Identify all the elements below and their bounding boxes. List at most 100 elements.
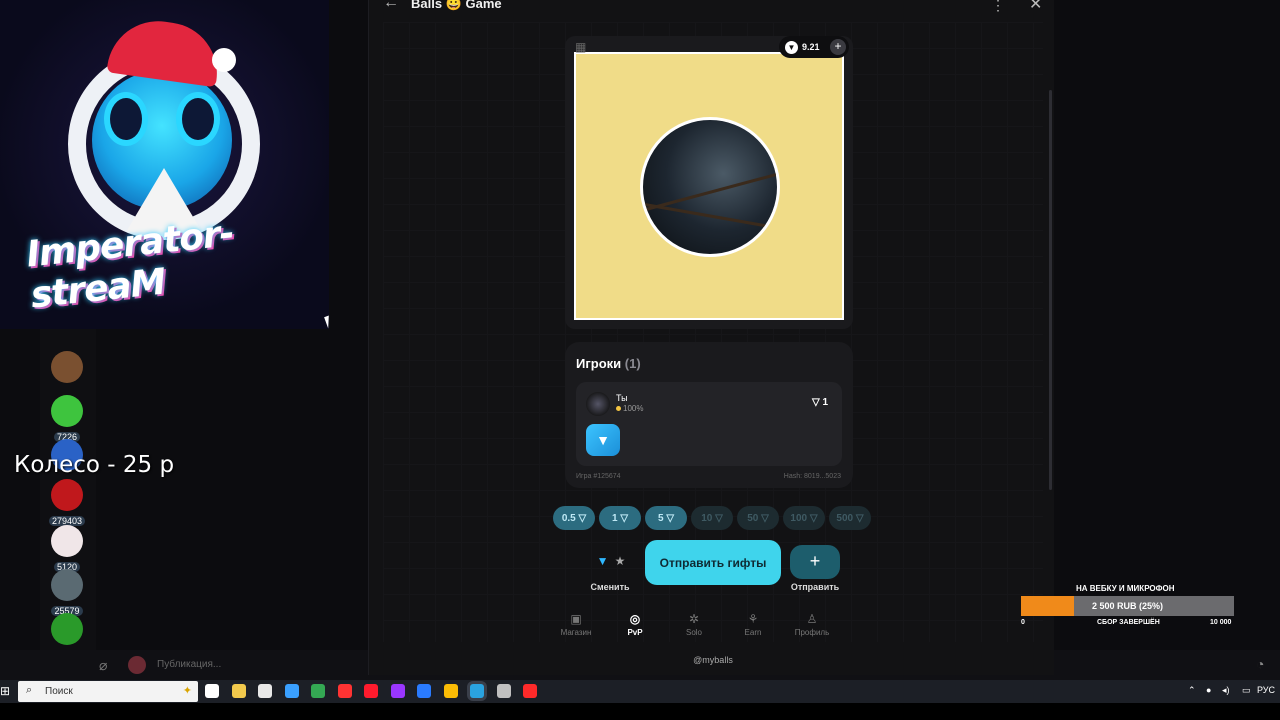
player-bet: ▽ 1	[811, 397, 828, 408]
avatar	[51, 351, 83, 383]
language-indicator[interactable]: РУС	[1257, 685, 1275, 695]
sparkle-icon: ✦	[182, 685, 192, 697]
ton-icon: ▼	[785, 40, 798, 54]
ball-image-detail	[643, 202, 777, 231]
opera-icon[interactable]	[364, 684, 378, 698]
add-send-label: Отправить	[790, 582, 840, 592]
volume-icon[interactable]: ◂)	[1222, 685, 1230, 696]
search-icon: ⌕	[26, 684, 33, 696]
task-view-icon[interactable]	[205, 684, 219, 698]
search-placeholder: Поиск	[45, 686, 73, 697]
app-purple-icon[interactable]	[390, 684, 405, 698]
scrollbar[interactable]	[1049, 90, 1052, 490]
bet-chip[interactable]: 0.5 ▽	[553, 506, 595, 530]
microphone-icon[interactable]: ●	[1206, 685, 1211, 695]
ball-image-detail	[644, 171, 777, 212]
donation-title: НА ВЕБКУ И МИКРОФОН	[1076, 584, 1175, 593]
yandex-browser-icon[interactable]	[523, 684, 537, 698]
yandex-icon[interactable]	[337, 684, 352, 698]
ton-gift-icon: ▼	[596, 432, 610, 448]
back-arrow-icon[interactable]: ←	[383, 0, 399, 12]
solo-icon: ✲	[688, 612, 700, 626]
chrome-icon[interactable]	[311, 684, 325, 698]
game-id: Игра #125674	[576, 473, 621, 480]
player-chance-value: 100%	[623, 404, 644, 413]
store-icon[interactable]	[258, 684, 272, 698]
mail-icon[interactable]	[284, 684, 299, 698]
nav-item-профиль[interactable]: ♙ Профиль	[788, 612, 836, 637]
nav-item-label: Профиль	[794, 628, 830, 637]
nav-item-earn[interactable]: ⚘ Earn	[729, 612, 777, 637]
gift-tile[interactable]: ▼	[586, 424, 620, 456]
nav-item-pvp[interactable]: ◎ PvP	[611, 612, 659, 637]
avatar	[51, 569, 83, 601]
avatar	[51, 395, 83, 427]
chat-list-item[interactable]: 25579	[49, 569, 85, 619]
app-blue-icon[interactable]	[417, 684, 431, 698]
publish-input[interactable]: Публикация...	[157, 659, 221, 670]
attach-icon[interactable]: ⌀	[99, 657, 107, 674]
swap-currency-button[interactable]: ▼ ★	[591, 546, 631, 576]
players-title: Игроки (1)	[576, 356, 641, 371]
players-card: Игроки (1) Ты 100% ▽ 1 ▼ Игра #125674 Ha…	[565, 342, 853, 488]
logo-brand-text: Imperator-streaM	[24, 213, 236, 317]
bet-chip[interactable]: 1 ▽	[599, 506, 641, 530]
calendar-icon[interactable]: ▦	[575, 40, 586, 54]
add-balance-button[interactable]: +	[830, 39, 846, 55]
donation-status: СБОР ЗАВЕРШЁН	[1097, 619, 1160, 626]
stream-logo: Imperator-streaM	[0, 0, 329, 329]
telegram-icon[interactable]	[470, 684, 484, 698]
game-hash[interactable]: Hash: 8019...5023	[784, 473, 841, 480]
player-avatar	[586, 392, 610, 416]
window-title: Balls 😀 Game	[411, 0, 502, 11]
network-icon[interactable]: ▭	[1242, 685, 1251, 696]
bet-chip[interactable]: 100 ▽	[783, 506, 825, 530]
pvp-icon: ◎	[629, 612, 641, 626]
bet-chip[interactable]: 50 ▽	[737, 506, 779, 530]
bet-chips: 0.5 ▽ 1 ▽ 5 ▽ 10 ▽ 50 ▽ 100 ▽ 500 ▽	[553, 506, 871, 530]
nav-item-label: PvP	[627, 628, 643, 637]
taskbar-search-input[interactable]: ⌕ Поиск ✦	[18, 681, 198, 702]
chat-list-item[interactable]: 279403	[49, 479, 86, 529]
bet-chip[interactable]: 10 ▽	[691, 506, 733, 530]
send-gifts-button[interactable]: Отправить гифты	[645, 540, 781, 585]
bell-icon[interactable]: ◔	[1256, 656, 1264, 672]
profile-icon: ♙	[806, 612, 818, 626]
chat-list-item[interactable]	[49, 351, 85, 383]
donation-max: 10 000	[1210, 619, 1232, 626]
telegram-window: ← Balls 😀 Game ⋮ ✕ ▦ ▼ 9.21 + Игроки (1)…	[368, 0, 1054, 675]
add-send-button[interactable]: +	[790, 545, 840, 579]
windows-start-icon[interactable]: ⊞	[0, 684, 14, 698]
chat-list-item[interactable]: 5120	[49, 525, 85, 575]
avatar	[51, 525, 83, 557]
bottom-nav: ▣ Магазин ◎ PvP ✲ Solo ⚘ Earn ♙ Профиль	[561, 612, 851, 640]
explorer-icon[interactable]	[231, 684, 246, 698]
logo-hat-pompom	[212, 48, 236, 72]
more-menu-icon[interactable]: ⋮	[991, 0, 1005, 14]
bet-chip[interactable]: 500 ▽	[829, 506, 871, 530]
nav-item-магазин[interactable]: ▣ Магазин	[552, 612, 600, 637]
close-icon[interactable]: ✕	[1029, 0, 1042, 14]
player-chance: 100%	[616, 404, 643, 413]
window-header: ← Balls 😀 Game ⋮ ✕	[369, 0, 1055, 22]
windows-taskbar: ⊞ ⌕ Поиск ✦ ⌃ ● ◂) ▭ РУС	[0, 680, 1280, 703]
player-row[interactable]: Ты 100% ▽ 1 ▼	[576, 382, 842, 466]
nav-item-label: Solo	[685, 628, 702, 637]
chat-list-item[interactable]: 7226	[49, 395, 85, 445]
letterbox-bottom	[0, 703, 1280, 720]
nav-item-label: Магазин	[560, 628, 592, 637]
avatar[interactable]	[128, 656, 146, 674]
star-icon: ★	[614, 554, 626, 568]
logo-eye-right	[176, 92, 220, 146]
bot-handle[interactable]: @myballs	[669, 655, 757, 665]
game-arena[interactable]	[574, 52, 844, 320]
bet-chip[interactable]: 5 ▽	[645, 506, 687, 530]
ton-icon: ▼	[596, 554, 609, 568]
chrome-2-icon[interactable]	[443, 684, 458, 698]
chat-sidebar: 474722627940351202557930975	[40, 329, 96, 687]
stream-overlay-text: Колесо - 25 р	[14, 452, 175, 478]
chevron-up-icon[interactable]: ⌃	[1188, 685, 1196, 696]
steam-icon[interactable]	[496, 684, 511, 698]
nav-item-solo[interactable]: ✲ Solo	[670, 612, 718, 637]
logo-eye-left	[104, 92, 148, 146]
